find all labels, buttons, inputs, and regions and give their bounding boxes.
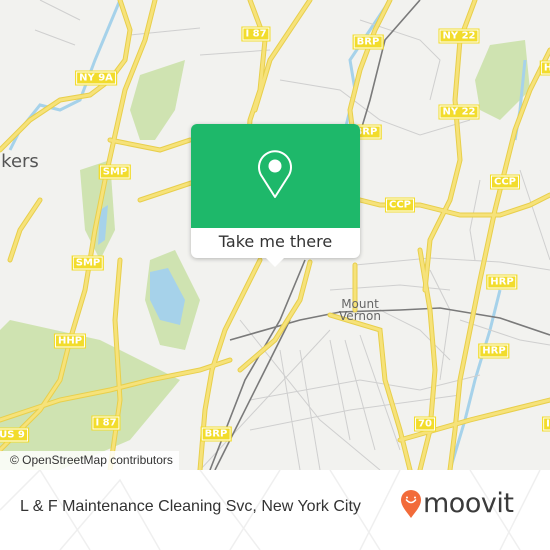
popup-header <box>191 124 360 228</box>
road-shield: NY 9A <box>75 70 117 86</box>
road-shield: I <box>542 416 550 432</box>
road-shield: BRP <box>200 426 232 442</box>
road-shield: HRP <box>478 343 510 359</box>
road-shield: NY 22 <box>438 28 480 44</box>
moovit-wordmark: moovit <box>423 488 514 519</box>
place-label-mount-vernon: Mount Vernon <box>339 298 381 322</box>
moovit-smile-pin-icon <box>401 489 421 518</box>
road-shield: BRP <box>352 34 384 50</box>
road-shield: I 87 <box>241 26 271 42</box>
road-shield: I 87 <box>91 415 121 431</box>
road-shield: SMP <box>71 255 105 271</box>
footer-bar: L & F Maintenance Cleaning Svc, New York… <box>0 470 550 550</box>
map-attribution[interactable]: © OpenStreetMap contributors <box>0 451 179 470</box>
road-shield: HHP <box>53 333 87 349</box>
place-title: L & F Maintenance Cleaning Svc, New York… <box>20 498 361 515</box>
road-shield: HRP <box>486 274 518 290</box>
road-shield: SMP <box>98 164 132 180</box>
road-shield: 70 <box>414 416 436 432</box>
road-shield: CCP <box>489 174 521 190</box>
road-shield: NY 22 <box>438 104 480 120</box>
destination-popup[interactable]: Take me there <box>191 124 360 267</box>
place-label-yonkers: kers <box>1 151 39 172</box>
road-shield: CCP <box>384 197 416 213</box>
place-label-line: Vernon <box>339 309 381 323</box>
popup-pointer <box>266 258 284 267</box>
road-shield: H <box>539 60 550 76</box>
take-me-there-button[interactable]: Take me there <box>191 228 360 258</box>
moovit-logo[interactable]: moovit <box>400 488 514 519</box>
road-shield: US 9 <box>0 427 29 443</box>
map-pin-icon <box>258 150 292 198</box>
